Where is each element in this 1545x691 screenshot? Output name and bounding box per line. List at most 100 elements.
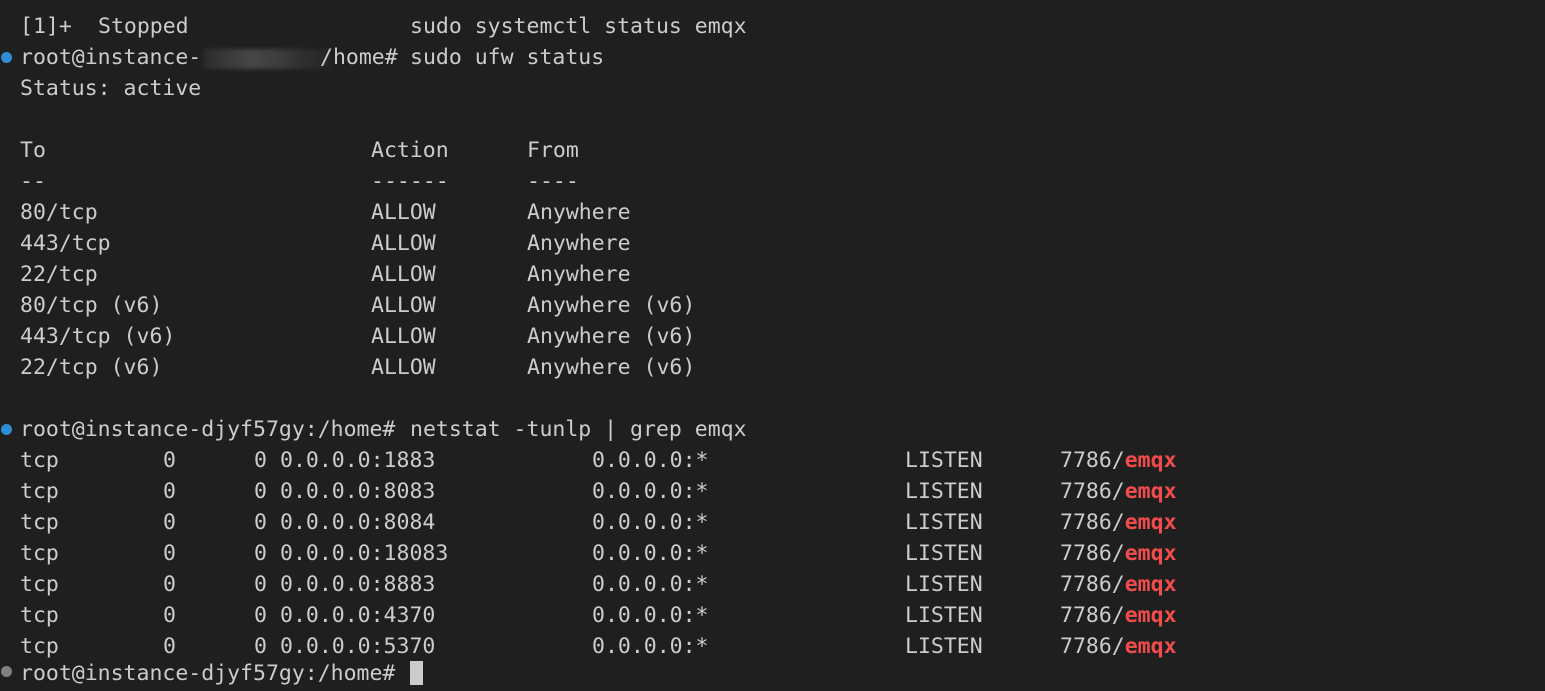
ufw-rule-to: 80/tcp xyxy=(20,200,98,225)
netstat-proto: tcp xyxy=(20,603,59,628)
ufw-rule-action: ALLOW xyxy=(371,200,436,225)
netstat-local-address: 0.0.0.0:1883 xyxy=(280,448,436,473)
ufw-sep-action: ------ xyxy=(371,169,449,194)
job-stopped-line: [1]+ Stopped sudo systemctl status emqx xyxy=(0,11,1545,42)
prompt-text: root@instance-djyf57gy:/home# xyxy=(20,417,396,442)
netstat-pid: 7786/ xyxy=(1060,510,1125,535)
prompt-cwd: /home# xyxy=(320,45,398,70)
ufw-rule-row: 22/tcp ALLOW Anywhere xyxy=(0,259,1545,290)
netstat-foreign-address: 0.0.0.0:* xyxy=(592,448,709,473)
netstat-foreign-address: 0.0.0.0:* xyxy=(592,603,709,628)
netstat-pid: 7786/ xyxy=(1060,603,1125,628)
ufw-rule-from: Anywhere (v6) xyxy=(527,324,696,349)
netstat-row: tcp 0 0 0.0.0.0:18083 0.0.0.0:* LISTEN 7… xyxy=(0,538,1545,569)
netstat-program-match: emqx xyxy=(1124,448,1177,473)
netstat-send-q: 0 xyxy=(254,603,267,628)
netstat-local-address: 0.0.0.0:8883 xyxy=(280,572,436,597)
netstat-program-match: emqx xyxy=(1124,510,1177,535)
netstat-send-q: 0 xyxy=(254,479,267,504)
ufw-rule-row: 80/tcp (v6) ALLOW Anywhere (v6) xyxy=(0,290,1545,321)
ufw-header-row: To Action From xyxy=(0,135,1545,166)
netstat-proto: tcp xyxy=(20,479,59,504)
ufw-rule-to: 22/tcp xyxy=(20,262,98,287)
ufw-rule-action: ALLOW xyxy=(371,355,436,380)
text-cursor[interactable] xyxy=(410,661,423,685)
job-state: Stopped xyxy=(98,14,189,39)
netstat-program-match: emqx xyxy=(1124,572,1177,597)
ufw-separator-row: -- ------ ---- xyxy=(0,166,1545,197)
netstat-local-address: 0.0.0.0:4370 xyxy=(280,603,436,628)
prompt-line-netstat: root@instance-djyf57gy:/home# netstat -t… xyxy=(0,414,1545,445)
netstat-state: LISTEN xyxy=(905,634,983,659)
ufw-rule-action: ALLOW xyxy=(371,231,436,256)
redacted-hostname xyxy=(203,49,329,69)
netstat-row: tcp 0 0 0.0.0.0:8883 0.0.0.0:* LISTEN 77… xyxy=(0,569,1545,600)
ufw-status-text: Status: active xyxy=(20,76,202,101)
netstat-send-q: 0 xyxy=(254,510,267,535)
netstat-program-match: emqx xyxy=(1124,603,1177,628)
netstat-state: LISTEN xyxy=(905,448,983,473)
ufw-rule-row: 80/tcp ALLOW Anywhere xyxy=(0,197,1545,228)
ufw-header-to: To xyxy=(20,138,46,163)
netstat-pid-program: 7786/emqx xyxy=(1060,600,1177,631)
prompt-line-current: root@instance-djyf57gy:/home# xyxy=(0,660,1545,691)
ufw-header-from: From xyxy=(527,138,579,163)
netstat-pid-program: 7786/emqx xyxy=(1060,631,1177,662)
netstat-foreign-address: 0.0.0.0:* xyxy=(592,572,709,597)
netstat-send-q: 0 xyxy=(254,448,267,473)
command-status-dot-icon[interactable] xyxy=(1,424,12,435)
ufw-status-line: Status: active xyxy=(0,73,1545,104)
netstat-state: LISTEN xyxy=(905,572,983,597)
netstat-pid-program: 7786/emqx xyxy=(1060,445,1177,476)
netstat-proto: tcp xyxy=(20,572,59,597)
netstat-pid: 7786/ xyxy=(1060,479,1125,504)
prompt-command: sudo ufw status xyxy=(410,45,605,70)
netstat-program-match: emqx xyxy=(1124,541,1177,566)
ufw-rule-action: ALLOW xyxy=(371,324,436,349)
netstat-program-match: emqx xyxy=(1124,479,1177,504)
netstat-state: LISTEN xyxy=(905,510,983,535)
netstat-pid-program: 7786/emqx xyxy=(1060,507,1177,538)
netstat-foreign-address: 0.0.0.0:* xyxy=(592,510,709,535)
netstat-row: tcp 0 0 0.0.0.0:8083 0.0.0.0:* LISTEN 77… xyxy=(0,476,1545,507)
prompt-line-ufw: root@instance- /home# sudo ufw status xyxy=(0,42,1545,73)
ufw-rule-from: Anywhere xyxy=(527,200,631,225)
ufw-rule-from: Anywhere xyxy=(527,231,631,256)
job-command: sudo systemctl status emqx xyxy=(410,14,747,39)
netstat-pid: 7786/ xyxy=(1060,448,1125,473)
prompt-user-host: root@instance- xyxy=(20,45,202,70)
netstat-proto: tcp xyxy=(20,541,59,566)
netstat-local-address: 0.0.0.0:18083 xyxy=(280,541,449,566)
ufw-rule-to: 80/tcp (v6) xyxy=(20,293,163,318)
ufw-rule-to: 443/tcp xyxy=(20,231,111,256)
netstat-foreign-address: 0.0.0.0:* xyxy=(592,541,709,566)
ufw-rule-row: 443/tcp ALLOW Anywhere xyxy=(0,228,1545,259)
netstat-recv-q: 0 xyxy=(163,541,176,566)
ufw-rule-to: 22/tcp (v6) xyxy=(20,355,163,380)
terminal[interactable]: [1]+ Stopped sudo systemctl status emqx … xyxy=(0,0,1545,686)
ufw-rule-from: Anywhere (v6) xyxy=(527,355,696,380)
command-status-dot-icon[interactable] xyxy=(1,52,12,63)
netstat-pid: 7786/ xyxy=(1060,572,1125,597)
ufw-rule-to: 443/tcp (v6) xyxy=(20,324,176,349)
ufw-rule-action: ALLOW xyxy=(371,262,436,287)
netstat-pid-program: 7786/emqx xyxy=(1060,538,1177,569)
netstat-recv-q: 0 xyxy=(163,479,176,504)
netstat-recv-q: 0 xyxy=(163,510,176,535)
netstat-row: tcp 0 0 0.0.0.0:1883 0.0.0.0:* LISTEN 77… xyxy=(0,445,1545,476)
ufw-rule-from: Anywhere xyxy=(527,262,631,287)
ufw-rule-row: 22/tcp (v6) ALLOW Anywhere (v6) xyxy=(0,352,1545,383)
netstat-state: LISTEN xyxy=(905,479,983,504)
netstat-local-address: 0.0.0.0:8084 xyxy=(280,510,436,535)
netstat-foreign-address: 0.0.0.0:* xyxy=(592,479,709,504)
netstat-program-match: emqx xyxy=(1124,634,1177,659)
job-number: [1]+ xyxy=(20,14,72,39)
netstat-pid: 7786/ xyxy=(1060,634,1125,659)
netstat-foreign-address: 0.0.0.0:* xyxy=(592,634,709,659)
netstat-proto: tcp xyxy=(20,448,59,473)
ufw-header-action: Action xyxy=(371,138,449,163)
netstat-pid-program: 7786/emqx xyxy=(1060,569,1177,600)
ufw-rule-from: Anywhere (v6) xyxy=(527,293,696,318)
netstat-proto: tcp xyxy=(20,510,59,535)
ufw-rule-row: 443/tcp (v6) ALLOW Anywhere (v6) xyxy=(0,321,1545,352)
